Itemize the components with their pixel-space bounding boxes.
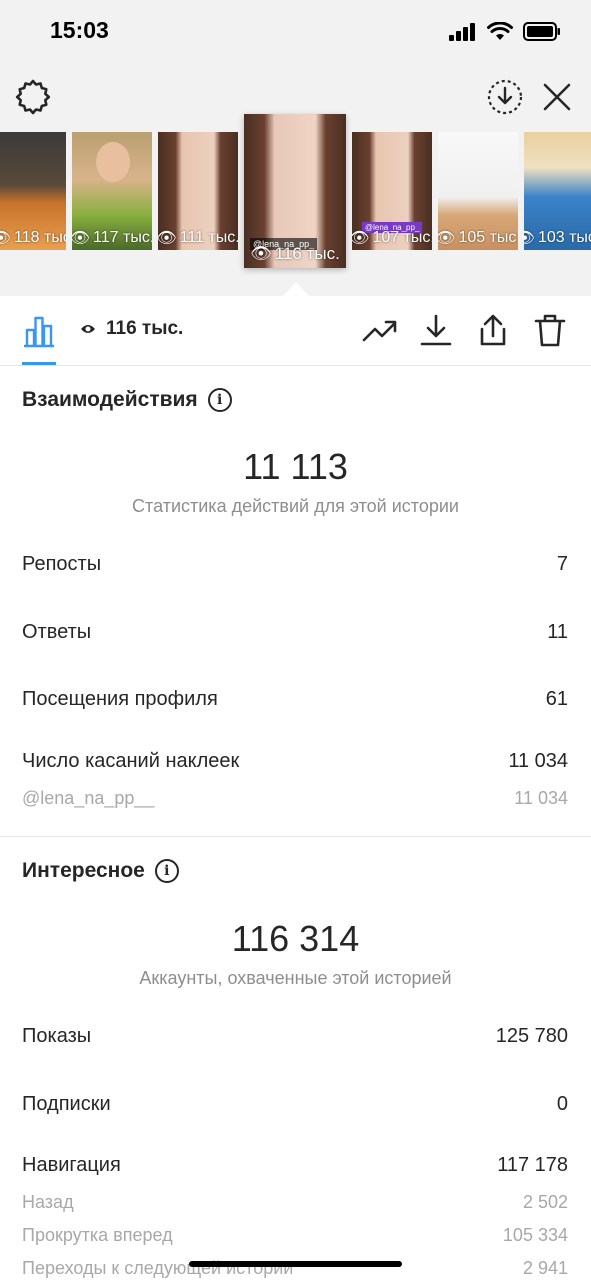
story-thumbnail[interactable]: 👁103 тыс. [524,132,591,250]
eye-icon [81,325,95,333]
metric-label: Показы [22,1025,92,1047]
eye-icon: 👁 [158,230,177,247]
selected-thumbnail-pointer [283,282,309,296]
metric-label: Посещения профиля [22,688,218,710]
story-thumbnail-strip: 👁118 тыс. 👁117 тыс. 👁111 тыс. @lena_na_p… [0,114,591,272]
status-bar: 15:03 [0,0,591,66]
metric-value: 11 [547,621,568,643]
discovery-total: 116 314 [231,918,360,959]
story-thumbnail[interactable]: 👁 111 тыс. [158,132,238,250]
metric-sub-row: Прокрутка вперед 105 334 [22,1225,568,1246]
story-thumbnail[interactable]: 👁118 тыс. [0,132,66,250]
metric-label: Подписки [22,1093,111,1115]
status-time: 15:03 [50,17,109,43]
interactions-total: 11 113 [243,446,348,487]
active-tab-indicator [22,362,56,365]
bar-chart-icon[interactable] [22,314,56,348]
story-thumbnail-selected[interactable]: @lena_na_pp_ 👁 116 тыс. [244,114,346,268]
metric-sub-value: 105 334 [502,1225,568,1245]
eye-icon: 👁 [438,230,456,247]
metric-value: 125 780 [495,1025,568,1047]
thumbnail-views: 👁103 тыс. [524,228,591,248]
metric-row: Ответы 11 [22,621,568,644]
info-icon[interactable]: i [154,859,179,883]
trash-icon[interactable] [532,312,568,348]
metric-value: 61 [545,688,568,710]
metric-label: Ответы [22,621,92,643]
eye-icon: 👁 [250,244,272,263]
discovery-section-title: Интересное i [22,859,179,883]
story-header-area: 15:03 👁 118 ты 👁 117 тыс. 👁 111 тыс. @le… [0,0,591,296]
metric-row: Показы 125 780 [22,1025,568,1048]
download-icon[interactable] [418,312,454,348]
interactions-caption: Статистика действий для этой истории [132,496,459,516]
metric-label: Число касаний наклеек [22,750,240,772]
eye-icon: 👁 [524,230,535,247]
status-icons [449,22,561,41]
metric-sub-row: Назад 2 502 [22,1192,568,1213]
thumbnail-views: 👁 107 тыс. [352,228,432,248]
story-thumbnail[interactable]: 👁 117 тыс. [72,132,152,250]
section-divider [0,836,591,837]
discovery-caption: Аккаунты, охваченные этой историей [139,968,452,988]
story-thumbnail[interactable]: 👁 105 тыс. [438,132,518,250]
story-thumbnail[interactable]: @lena_na_pp_ 👁 107 тыс. [352,132,432,250]
thumbnail-views: 👁 105 тыс. [438,228,518,248]
gear-icon[interactable] [14,78,52,116]
insights-action-bar: 116 тыс. [0,296,591,366]
eye-icon: 👁 [0,230,12,247]
metric-row: Посещения профиля 61 [22,688,568,711]
metric-row: Подписки 0 [22,1093,568,1116]
story-views-count: 116 тыс. [80,318,183,340]
thumbnail-views: 👁 117 тыс. [72,228,152,248]
metric-value: 7 [556,553,568,575]
eye-icon: 👁 [352,230,370,247]
metric-row: Навигация 117 178 [22,1154,568,1177]
close-icon[interactable] [540,80,574,114]
metric-label: Репосты [22,553,102,575]
metric-sub-value: 2 502 [522,1192,568,1212]
metric-sub-label: @lena_na_pp__ [22,788,155,808]
thumbnail-views: 👁 116 тыс. [250,244,340,263]
metric-value: 117 178 [497,1154,568,1176]
metric-value: 11 034 [508,750,568,772]
thumbnail-views: 👁118 тыс. [0,228,66,248]
battery-icon [523,22,560,41]
metric-sub-label: Назад [22,1192,74,1212]
signal-icon [449,22,475,41]
interactions-section-title: Взаимодействия i [22,388,232,412]
share-icon[interactable] [475,312,511,348]
home-indicator[interactable] [189,1261,402,1267]
info-icon[interactable]: i [207,388,232,412]
metric-sub-label: Прокрутка вперед [22,1225,173,1245]
save-icon[interactable] [486,78,524,116]
eye-icon: 👁 [72,230,91,247]
metric-label: Навигация [22,1154,121,1176]
wifi-icon [487,22,513,40]
metric-sub-value: 2 941 [522,1258,568,1278]
metric-row: Репосты 7 [22,553,568,576]
thumbnail-views: 👁 111 тыс. [158,229,238,247]
thumbnail-photo [96,142,130,182]
metric-value: 0 [556,1093,568,1115]
metric-sub-value: 11 034 [514,788,568,808]
trend-icon[interactable] [362,312,398,348]
metric-row: Число касаний наклеек 11 034 [22,750,568,773]
metric-sub-row: @lena_na_pp__ 11 034 [22,788,568,809]
